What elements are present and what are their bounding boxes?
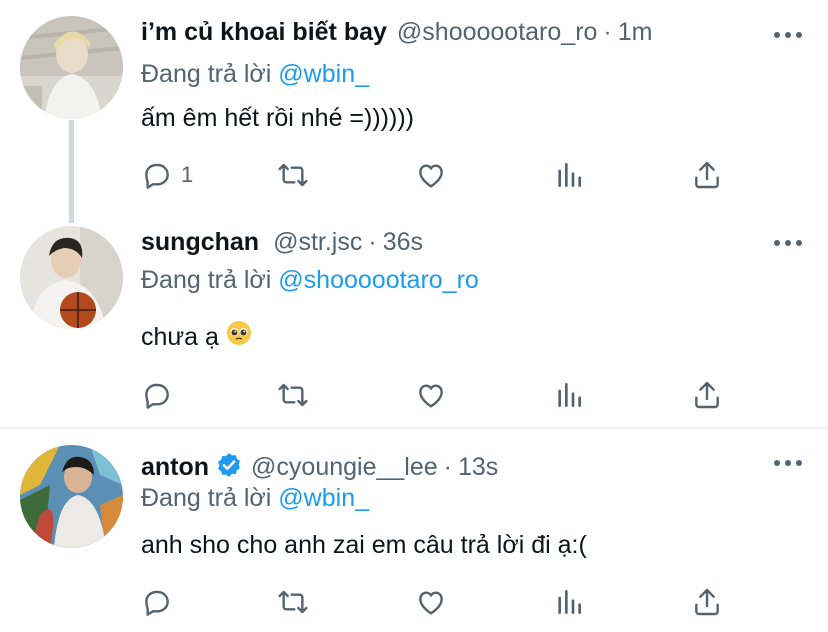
like-icon <box>419 591 443 615</box>
analytics-button[interactable] <box>553 158 585 192</box>
avatar-photo <box>20 16 123 119</box>
reply-icon <box>145 383 169 409</box>
display-name[interactable]: sungchan <box>141 228 259 257</box>
analytics-button[interactable] <box>553 585 585 619</box>
avatar-photo <box>20 445 123 548</box>
mention-link[interactable]: @shoooootaro_ro <box>278 266 479 294</box>
separator-dot: · <box>443 453 452 481</box>
reply-count: 1 <box>181 162 194 187</box>
tweet-3[interactable]: anton @cyoungie__lee · 13s Đang trả lời … <box>0 429 828 632</box>
analytics-icon <box>558 383 581 407</box>
timestamp[interactable]: 36s <box>383 228 423 257</box>
action-bar <box>141 378 741 412</box>
tweet-text-container: chưa ạ <box>141 320 252 355</box>
mention-link[interactable]: @wbin_ <box>278 484 369 512</box>
analytics-button[interactable] <box>553 378 585 412</box>
retweet-icon <box>278 383 308 407</box>
action-bar: 1 <box>141 158 741 192</box>
like-icon <box>419 384 443 408</box>
tweet-header: sungchan @str.jsc · 36s <box>141 228 423 264</box>
more-icon[interactable] <box>770 453 806 473</box>
share-icon <box>695 381 719 409</box>
tweet-text: chưa ạ <box>141 323 219 352</box>
reply-button[interactable] <box>141 378 181 412</box>
retweet-icon <box>278 163 308 187</box>
timestamp[interactable]: 13s <box>458 453 498 482</box>
avatar[interactable] <box>20 16 123 119</box>
replying-to: Đang trả lời @wbin_ <box>141 60 369 89</box>
display-name[interactable]: anton <box>141 453 209 482</box>
replying-to: Đang trả lời @shoooootaro_ro <box>141 266 479 295</box>
tweet-1[interactable]: i’m củ khoai biết bay @shoooootaro_ro · … <box>0 0 828 223</box>
avatar-photo <box>20 226 123 329</box>
tweet-header: anton @cyoungie__lee · 13s <box>141 447 498 483</box>
like-icon <box>419 164 443 188</box>
more-icon[interactable] <box>770 233 806 253</box>
replying-prefix: Đang trả lời <box>141 484 272 512</box>
reply-button[interactable] <box>141 585 181 619</box>
like-button[interactable] <box>415 585 447 619</box>
replying-prefix: Đang trả lời <box>141 266 272 294</box>
retweet-button[interactable] <box>277 378 309 412</box>
tweet-header: i’m củ khoai biết bay @shoooootaro_ro · … <box>141 18 652 54</box>
replying-to: Đang trả lời @wbin_ <box>141 484 369 513</box>
user-handle[interactable]: @str.jsc <box>273 228 362 257</box>
retweet-button[interactable] <box>277 585 309 619</box>
separator-dot: · <box>603 18 612 46</box>
action-bar <box>141 585 741 619</box>
mention-link[interactable]: @wbin_ <box>278 60 369 88</box>
thread-line <box>69 120 74 223</box>
more-icon[interactable] <box>770 25 806 45</box>
retweet-button[interactable] <box>277 158 309 192</box>
user-handle[interactable]: @shoooootaro_ro <box>397 18 598 47</box>
analytics-icon <box>558 163 581 187</box>
like-button[interactable] <box>415 158 447 192</box>
display-name[interactable]: i’m củ khoai biết bay <box>141 18 387 47</box>
share-icon <box>695 588 719 616</box>
tweet-2[interactable]: sungchan @str.jsc · 36s Đang trả lời @sh… <box>0 210 828 428</box>
pleading-face-emoji <box>226 320 252 353</box>
tweet-text: anh sho cho anh zai em câu trả lời đi ạ:… <box>141 531 587 559</box>
avatar[interactable] <box>20 226 123 329</box>
reply-icon <box>145 163 169 189</box>
retweet-icon <box>278 590 308 614</box>
share-icon <box>695 161 719 189</box>
analytics-icon <box>558 590 581 614</box>
verified-badge-icon <box>215 451 243 479</box>
user-handle[interactable]: @cyoungie__lee <box>251 453 438 482</box>
like-button[interactable] <box>415 378 447 412</box>
share-button[interactable] <box>691 585 723 619</box>
reply-icon <box>145 590 169 616</box>
share-button[interactable] <box>691 158 723 192</box>
replying-prefix: Đang trả lời <box>141 60 272 88</box>
share-button[interactable] <box>691 378 723 412</box>
avatar[interactable] <box>20 445 123 548</box>
tweet-text: ấm êm hết rồi nhé =)))))) <box>141 104 414 132</box>
timestamp[interactable]: 1m <box>618 18 653 47</box>
reply-button[interactable]: 1 <box>141 158 193 192</box>
separator-dot: · <box>368 228 377 256</box>
